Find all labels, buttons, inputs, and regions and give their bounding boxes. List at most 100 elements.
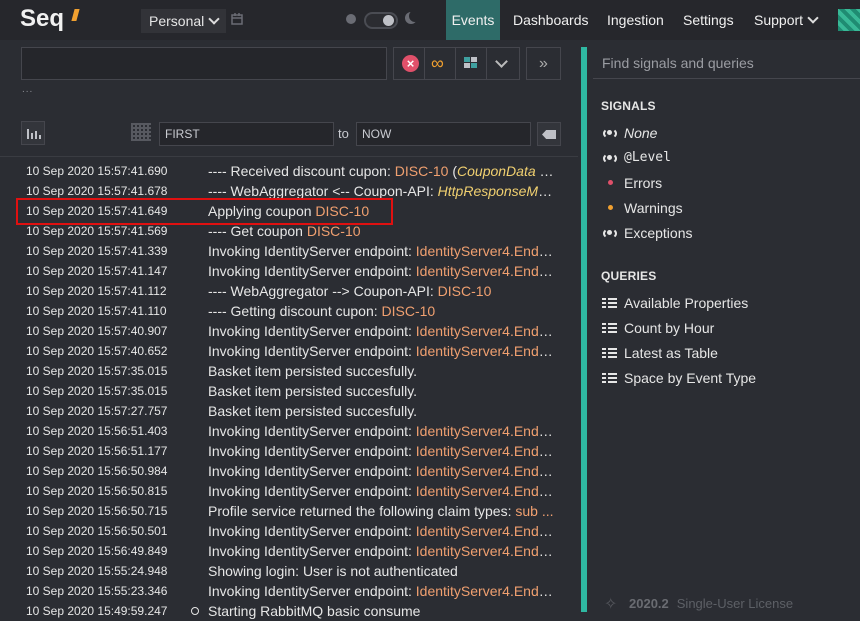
event-timestamp: 10 Sep 2020 15:57:41.147 — [26, 264, 168, 278]
event-row[interactable]: 10 Sep 2020 15:56:50.715 Profile service … — [0, 501, 578, 521]
event-message-text: ---- WebAggregator <-- Coupon-API: — [208, 183, 438, 199]
event-timestamp: 10 Sep 2020 15:57:41.112 — [26, 284, 167, 298]
search-input[interactable] — [21, 47, 387, 80]
event-row[interactable]: 10 Sep 2020 15:56:50.984 Invoking Identit… — [0, 461, 578, 481]
toggle-knob — [383, 15, 394, 26]
nav-events[interactable]: Events — [446, 0, 500, 40]
broadcast-icon — [601, 228, 619, 239]
workspace-calendar-icon[interactable] — [231, 13, 243, 25]
event-message: Invoking IdentityServer endpoint: Identi… — [208, 341, 558, 361]
event-message-text: Profile service returned the following c… — [208, 503, 516, 519]
query-list-icon — [602, 323, 617, 334]
version-info: 2020.2 Single-User License — [629, 596, 793, 611]
clear-filter-button[interactable]: × — [394, 48, 425, 79]
dot-icon — [608, 205, 613, 210]
range-from-input[interactable]: FIRST — [159, 122, 334, 146]
event-message-text: Invoking IdentityServer endpoint: — [208, 423, 416, 439]
event-message: Basket item persisted succesfully. — [208, 401, 558, 421]
tail-button[interactable]: » — [526, 47, 561, 80]
event-message-text: ---- Getting discount cupon: — [208, 303, 382, 319]
event-row[interactable]: 10 Sep 2020 15:57:41.339 Invoking Identit… — [0, 241, 578, 261]
chevron-down-icon — [495, 55, 508, 68]
broadcast-icon — [601, 153, 619, 164]
find-signals-input[interactable]: Find signals and queries — [593, 49, 860, 79]
event-message-text: Invoking IdentityServer endpoint: — [208, 323, 416, 339]
event-message-text: Invoking IdentityServer endpoint: — [208, 263, 416, 279]
search-options-dropdown[interactable] — [487, 48, 518, 79]
highlight-box — [16, 198, 393, 225]
event-timestamp: 10 Sep 2020 15:56:50.715 — [26, 504, 168, 518]
event-message: Invoking IdentityServer endpoint: Identi… — [208, 321, 558, 341]
event-row[interactable]: 10 Sep 2020 15:56:51.403 Invoking Identit… — [0, 421, 578, 441]
event-message: Starting RabbitMQ basic consume — [208, 601, 558, 621]
event-property-value: IdentityServer4.Endp... — [415, 323, 558, 339]
event-row[interactable]: 10 Sep 2020 15:57:35.015 Basket item pers… — [0, 381, 578, 401]
avatar[interactable] — [838, 9, 860, 31]
event-timestamp: 10 Sep 2020 15:56:50.984 — [26, 464, 168, 478]
event-message-text: Showing login: User is not authenticated — [208, 563, 458, 579]
event-row[interactable]: 10 Sep 2020 15:57:41.690 ---- Received di… — [0, 161, 578, 181]
event-row[interactable]: 10 Sep 2020 15:57:40.907 Invoking Identit… — [0, 321, 578, 341]
clear-range-button[interactable] — [537, 122, 561, 146]
event-message: Invoking IdentityServer endpoint: Identi… — [208, 441, 558, 461]
event-row[interactable]: 10 Sep 2020 15:57:41.112 ---- WebAggregat… — [0, 281, 578, 301]
histogram-button[interactable] — [21, 121, 45, 145]
event-marker-icon[interactable] — [191, 607, 199, 615]
event-property-value: DISC-10 — [381, 303, 436, 319]
divider — [0, 156, 578, 157]
event-message: Invoking IdentityServer endpoint: Identi… — [208, 461, 558, 481]
workspace-label: Personal — [149, 13, 205, 29]
event-timestamp: 10 Sep 2020 15:55:23.346 — [26, 584, 168, 598]
event-property-value: IdentityServer4.Endp... — [415, 523, 558, 539]
layout-button[interactable] — [456, 48, 487, 79]
event-row[interactable]: 10 Sep 2020 15:56:50.815 Invoking Identit… — [0, 481, 578, 501]
search-expand-ellipsis[interactable]: ... — [22, 84, 33, 95]
event-row[interactable]: 10 Sep 2020 15:57:41.110 ---- Getting dis… — [0, 301, 578, 321]
event-row[interactable]: 10 Sep 2020 15:57:40.652 Invoking Identit… — [0, 341, 578, 361]
nav-dashboards[interactable]: Dashboards — [513, 0, 589, 40]
event-timestamp: 10 Sep 2020 15:57:40.907 — [26, 324, 168, 338]
nav-support[interactable]: Support — [754, 0, 819, 40]
event-row[interactable]: 10 Sep 2020 15:56:51.177 Invoking Identit… — [0, 441, 578, 461]
event-timestamp: 10 Sep 2020 15:56:49.849 — [26, 544, 168, 558]
signal-link-button[interactable]: ∞ — [425, 48, 456, 79]
event-row[interactable]: 10 Sep 2020 15:56:50.501 Invoking Identit… — [0, 521, 578, 541]
license-label: Single-User License — [676, 596, 794, 611]
event-row[interactable]: 10 Sep 2020 15:56:49.849 Invoking Identit… — [0, 541, 578, 561]
event-row[interactable]: 10 Sep 2020 15:55:24.948 Showing login: U… — [0, 561, 578, 581]
event-message: Invoking IdentityServer endpoint: Identi… — [208, 241, 558, 261]
calendar-icon[interactable] — [131, 123, 151, 141]
dot-icon — [608, 180, 613, 185]
event-timestamp: 10 Sep 2020 15:56:50.501 — [26, 524, 168, 538]
event-property-value: IdentityServer4.Endp... — [415, 583, 558, 599]
infinity-icon: ∞ — [431, 53, 444, 73]
event-row[interactable]: 10 Sep 2020 15:57:35.015 Basket item pers… — [0, 361, 578, 381]
event-message-text: Invoking IdentityServer endpoint: — [208, 583, 416, 599]
event-timestamp: 10 Sep 2020 15:49:59.247 — [26, 604, 168, 618]
event-property-value: DISC-10 — [394, 163, 449, 179]
sidebar-splitter[interactable] — [581, 47, 587, 612]
event-message-text: Basket item persisted succesfully. — [208, 383, 418, 399]
signal-label: Exceptions — [624, 225, 693, 241]
event-property-value: IdentityServer4.Endp... — [415, 423, 558, 439]
nav-ingestion[interactable]: Ingestion — [607, 0, 664, 40]
nav-settings[interactable]: Settings — [683, 0, 734, 40]
event-timestamp: 10 Sep 2020 15:57:41.690 — [26, 164, 168, 178]
range-to-label: to — [338, 126, 349, 141]
close-icon: × — [402, 55, 419, 72]
signals-heading: SIGNALS — [601, 99, 656, 113]
range-to-input[interactable]: NOW — [356, 122, 531, 146]
event-message: Invoking IdentityServer endpoint: Identi… — [208, 521, 558, 541]
event-row[interactable]: 10 Sep 2020 15:55:23.346 Invoking Identit… — [0, 581, 578, 601]
event-message-text: Invoking IdentityServer endpoint: — [208, 463, 416, 479]
event-message: ---- WebAggregator --> Coupon-API: DISC-… — [208, 281, 558, 301]
event-row[interactable]: 10 Sep 2020 15:57:41.147 Invoking Identit… — [0, 261, 578, 281]
query-list-icon — [602, 298, 617, 309]
event-row[interactable]: 10 Sep 2020 15:57:27.757 Basket item pers… — [0, 401, 578, 421]
seq-logo[interactable]: Seq — [20, 5, 80, 33]
theme-toggle[interactable] — [364, 12, 398, 29]
bar-chart-icon — [27, 129, 29, 139]
workspace-selector[interactable]: Personal — [141, 9, 227, 33]
event-message-text: Invoking IdentityServer endpoint: — [208, 543, 416, 559]
event-row[interactable]: 10 Sep 2020 15:49:59.247 Starting RabbitM… — [0, 601, 578, 621]
